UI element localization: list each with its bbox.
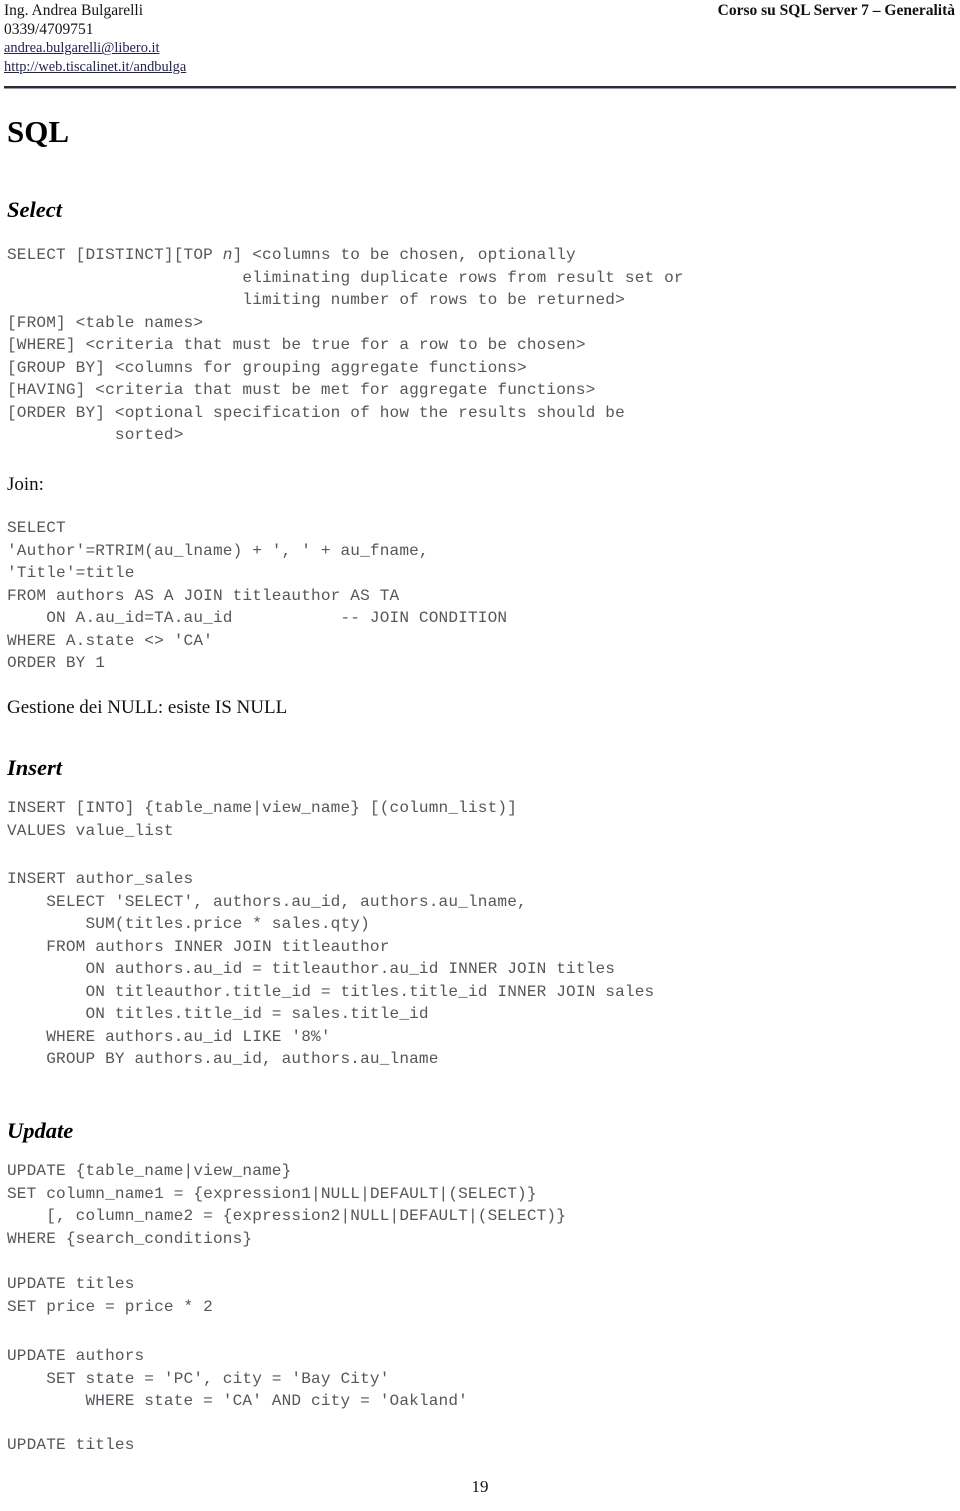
header-course-title: Corso su SQL Server 7 – Generalità [717, 2, 955, 19]
page-number: 19 [471, 1477, 489, 1496]
join-example-pre: SELECT 'Author'=RTRIM(au_lname) + ', ' +… [7, 519, 508, 673]
insert-syntax-pre: INSERT [INTO] {table_name|view_name} [(c… [7, 799, 518, 840]
header-website-link[interactable]: http://web.tiscalinet.it/andbulga [4, 58, 186, 77]
select-syntax-pre: SELECT [DISTINCT][TOP n] <columns to be … [7, 246, 684, 445]
update-example-1-code: UPDATE titles SET price = price * 2 [7, 1273, 213, 1318]
page-title: SQL [7, 114, 70, 149]
header-phone: 0339/4709751 [4, 21, 94, 39]
document-page: Ing. Andrea Bulgarelli 0339/4709751 andr… [0, 0, 960, 1511]
select-syntax-code: SELECT [DISTINCT][TOP n] <columns to be … [7, 244, 684, 447]
join-example-code: SELECT 'Author'=RTRIM(au_lname) + ', ' +… [7, 517, 507, 675]
section-heading-insert: Insert [7, 755, 63, 780]
header-contact-block: Ing. Andrea Bulgarelli 0339/4709751 andr… [4, 1, 186, 77]
header-email-link[interactable]: andrea.bulgarelli@libero.it [4, 39, 186, 58]
insert-syntax-code: INSERT [INTO] {table_name|view_name} [(c… [7, 797, 517, 842]
join-label: Join: [7, 474, 44, 495]
update-syntax-pre: UPDATE {table_name|view_name} SET column… [7, 1162, 567, 1248]
update-example-2-code: UPDATE authors SET state = 'PC', city = … [7, 1345, 468, 1413]
update-example-2-pre: UPDATE authors SET state = 'PC', city = … [7, 1347, 468, 1411]
update-example-1-pre: UPDATE titles SET price = price * 2 [7, 1275, 213, 1316]
section-heading-select: Select [7, 197, 62, 222]
document-header: Ing. Andrea Bulgarelli 0339/4709751 andr… [0, 0, 960, 92]
null-note: Gestione dei NULL: esiste IS NULL [7, 697, 288, 718]
update-example-3-code: UPDATE titles [7, 1434, 135, 1457]
update-syntax-code: UPDATE {table_name|view_name} SET column… [7, 1160, 566, 1250]
header-author-name: Ing. Andrea Bulgarelli [4, 2, 144, 19]
insert-example-pre: INSERT author_sales SELECT 'SELECT', aut… [7, 870, 655, 1069]
section-heading-update: Update [7, 1118, 74, 1143]
insert-example-code: INSERT author_sales SELECT 'SELECT', aut… [7, 868, 654, 1071]
select-top-n-variable: n [222, 246, 233, 264]
header-divider-rule [4, 86, 956, 89]
update-example-3-pre: UPDATE titles [7, 1436, 135, 1454]
